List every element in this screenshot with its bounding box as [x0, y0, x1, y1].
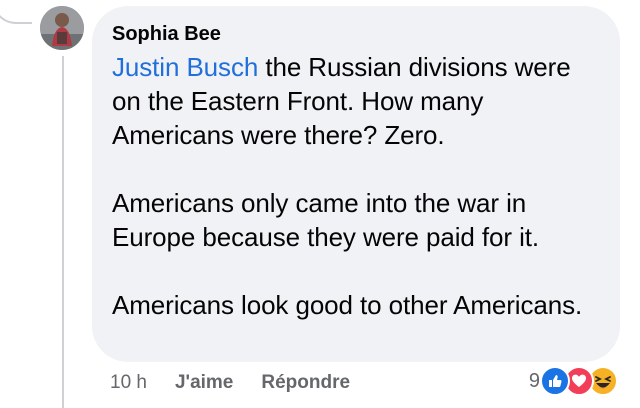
like-icon: [540, 366, 570, 396]
comment-paragraph: Americans look good to other Americans.: [112, 290, 583, 320]
comment-actions: 10 h J'aime Répondre: [110, 372, 350, 394]
thread-connector-line: [62, 56, 64, 408]
reaction-count: 9: [528, 369, 540, 392]
comment-paragraph: Justin Busch the Russian divisions were …: [112, 50, 598, 152]
comment-paragraph: Americans only came into the war in Euro…: [112, 188, 540, 252]
comment-thread: Sophia Bee Justin Busch the Russian divi…: [0, 0, 640, 408]
thread-connector-curve: [0, 0, 32, 24]
comment-bubble: Sophia Bee Justin Busch the Russian divi…: [92, 6, 620, 362]
comment-author[interactable]: Sophia Bee: [112, 22, 598, 46]
comment-timestamp[interactable]: 10 h: [110, 372, 147, 394]
reaction-summary[interactable]: 9: [529, 366, 618, 396]
mention-link[interactable]: Justin Busch: [112, 52, 258, 82]
avatar[interactable]: [40, 6, 84, 50]
reply-button[interactable]: Répondre: [261, 372, 350, 394]
avatar-photo-icon: [40, 6, 84, 50]
like-button[interactable]: J'aime: [175, 372, 233, 394]
